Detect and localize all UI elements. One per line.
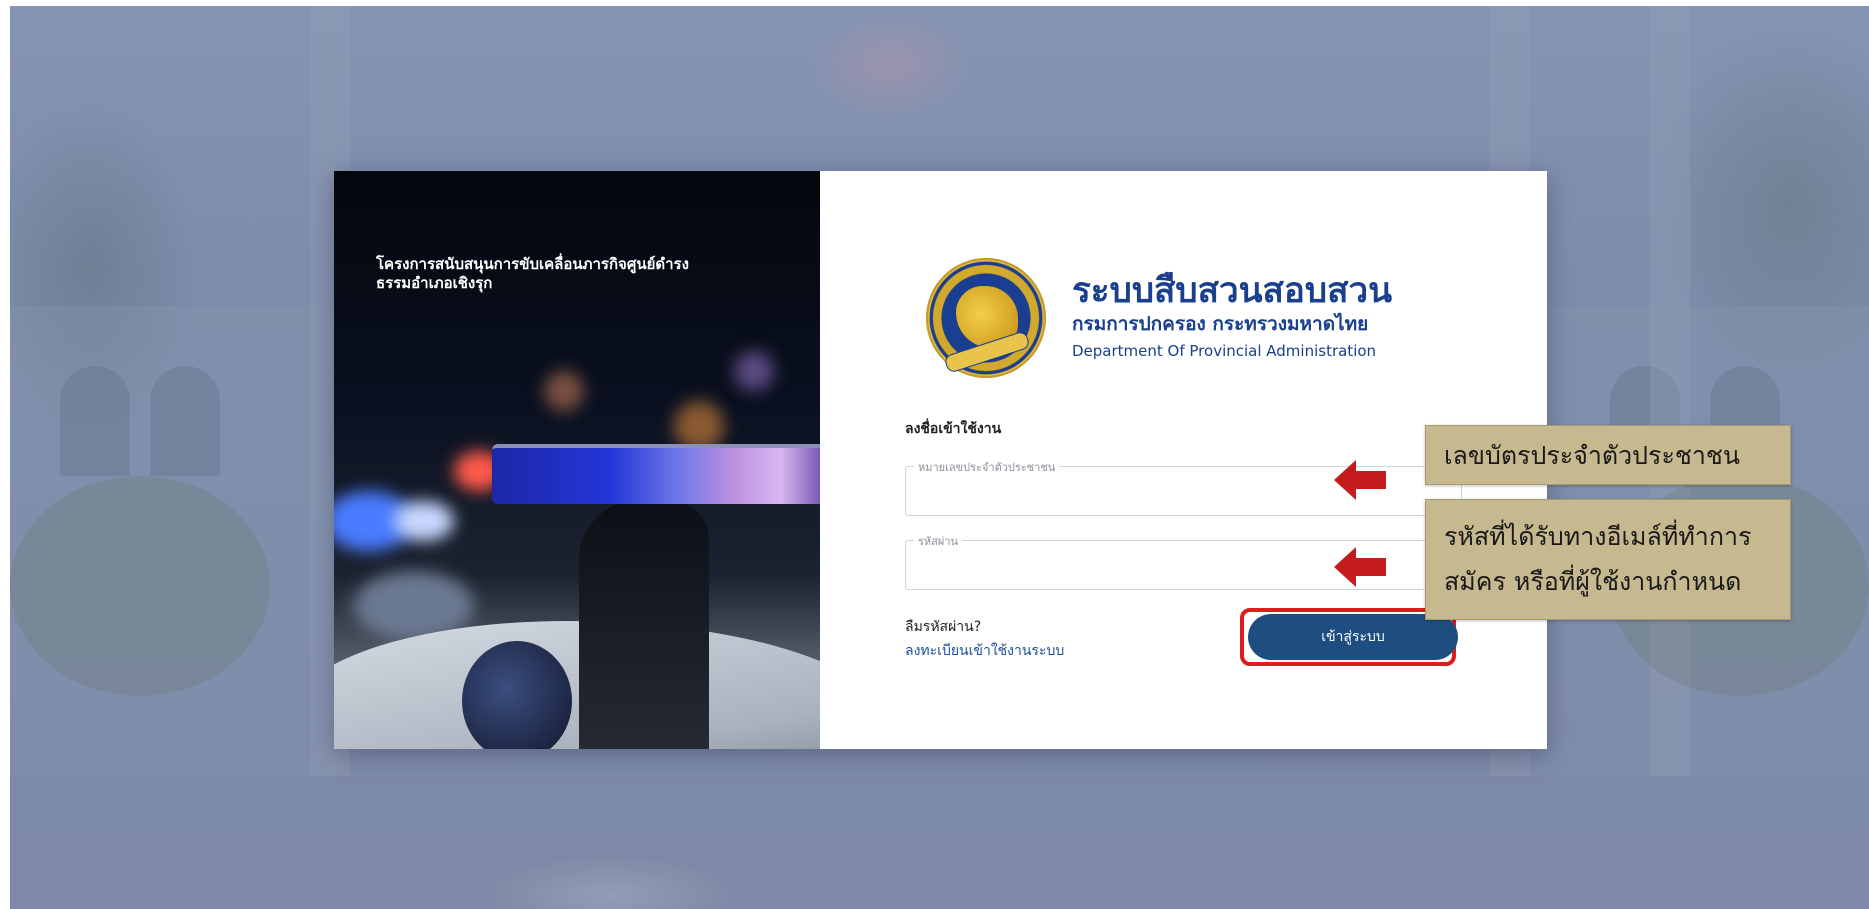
department-english: Department Of Provincial Administration <box>1072 342 1377 360</box>
password-callout-line1: รหัสที่ได้รับทางอีเมล์ที่ทำการ <box>1444 522 1752 551</box>
password-callout-line2: สมัคร หรือที่ผู้ใช้งานกำหนด <box>1444 567 1742 596</box>
dopa-seal-icon <box>926 258 1046 378</box>
hero-title: โครงการสนับสนุนการขับเคลื่อนภารกิจศูนย์ด… <box>376 255 776 293</box>
hero-image: โครงการสนับสนุนการขับเคลื่อนภารกิจศูนย์ด… <box>334 171 820 749</box>
left-arrow-icon <box>1334 547 1386 587</box>
register-link[interactable]: ลงทะเบียนเข้าใช้งานระบบ <box>905 640 1064 662</box>
login-heading: ลงชื่อเข้าใช้งาน <box>905 421 1002 437</box>
password-callout: รหัสที่ได้รับทางอีเมล์ที่ทำการ สมัคร หรื… <box>1425 499 1791 620</box>
citizen-id-label: หมายเลขประจำตัวประชาชน <box>914 458 1060 476</box>
login-button[interactable]: เข้าสู่ระบบ <box>1248 614 1458 660</box>
hero-title-line2: ธรรมอำเภอเชิงรุก <box>376 274 493 292</box>
left-arrow-icon <box>1334 460 1386 500</box>
department-thai: กรมการปกครอง กระทรวงมหาดไทย <box>1072 313 1369 335</box>
forgot-password-link[interactable]: ลืมรหัสผ่าน? <box>905 616 981 638</box>
id-callout: เลขบัตรประจำตัวประชาชน <box>1425 425 1791 485</box>
password-label: รหัสผ่าน <box>914 532 963 550</box>
hero-title-line1: โครงการสนับสนุนการขับเคลื่อนภารกิจศูนย์ด… <box>376 255 689 273</box>
